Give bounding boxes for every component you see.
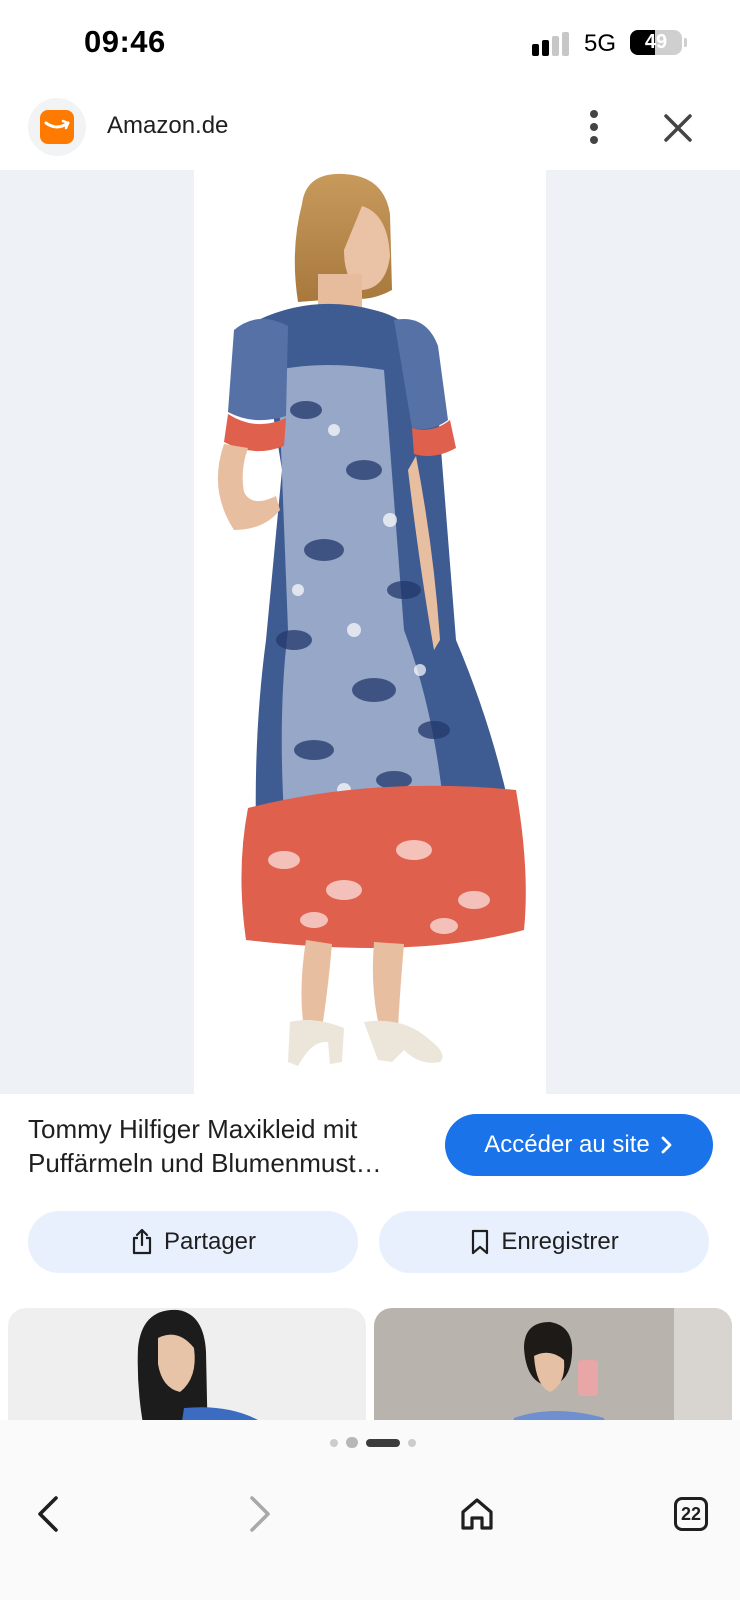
tabs-count: 22 [674, 1497, 708, 1531]
save-button[interactable]: Enregistrer [379, 1211, 709, 1273]
image-viewer[interactable] [0, 170, 740, 1094]
bookmark-icon [472, 1229, 489, 1255]
product-image[interactable] [194, 170, 546, 1094]
forward-arrow-icon [250, 1496, 270, 1532]
related-image-thumbnail[interactable] [8, 1308, 366, 1420]
visit-site-button[interactable]: Accéder au site [445, 1114, 713, 1176]
back-button[interactable] [18, 1484, 78, 1544]
chevron-right-icon [661, 1136, 672, 1154]
visit-site-label: Accéder au site [484, 1131, 650, 1158]
site-name[interactable]: Amazon.de [107, 112, 228, 140]
share-button[interactable]: Partager [28, 1211, 358, 1273]
dress-photo [217, 173, 526, 1066]
more-options-button[interactable] [574, 104, 614, 150]
share-label: Partager [163, 1228, 257, 1255]
home-button[interactable] [447, 1484, 507, 1544]
signal-strength-icon [532, 32, 572, 56]
related-images [0, 1308, 740, 1420]
status-bar: 09:46 5G 49 [0, 0, 740, 88]
page-dot [346, 1437, 358, 1448]
carousel-indicator [0, 1420, 740, 1466]
home-icon [461, 1498, 493, 1530]
page-dot-active [366, 1439, 400, 1447]
forward-button[interactable] [230, 1484, 290, 1544]
save-label: Enregistrer [501, 1228, 619, 1255]
battery-level: 49 [644, 31, 668, 53]
product-title[interactable]: Tommy Hilfiger Maxikleid mit Puffärmeln … [28, 1112, 418, 1180]
status-time: 09:46 [84, 24, 166, 59]
network-type: 5G [584, 30, 617, 57]
more-vert-icon [590, 110, 598, 144]
page-dot [408, 1439, 416, 1447]
site-favicon[interactable] [28, 98, 86, 156]
site-header: Amazon.de [0, 88, 740, 170]
share-icon [132, 1228, 152, 1255]
amazon-smile-icon [40, 110, 74, 144]
back-arrow-icon [38, 1496, 58, 1532]
close-button[interactable] [656, 106, 700, 150]
related-image-thumbnail[interactable] [374, 1308, 732, 1420]
battery-icon: 49 [630, 30, 682, 55]
close-icon [664, 114, 692, 142]
tabs-button[interactable]: 22 [661, 1484, 721, 1544]
page-dot [330, 1439, 338, 1447]
browser-bottom-nav: 22 [0, 1466, 740, 1600]
battery-tip [684, 38, 687, 47]
